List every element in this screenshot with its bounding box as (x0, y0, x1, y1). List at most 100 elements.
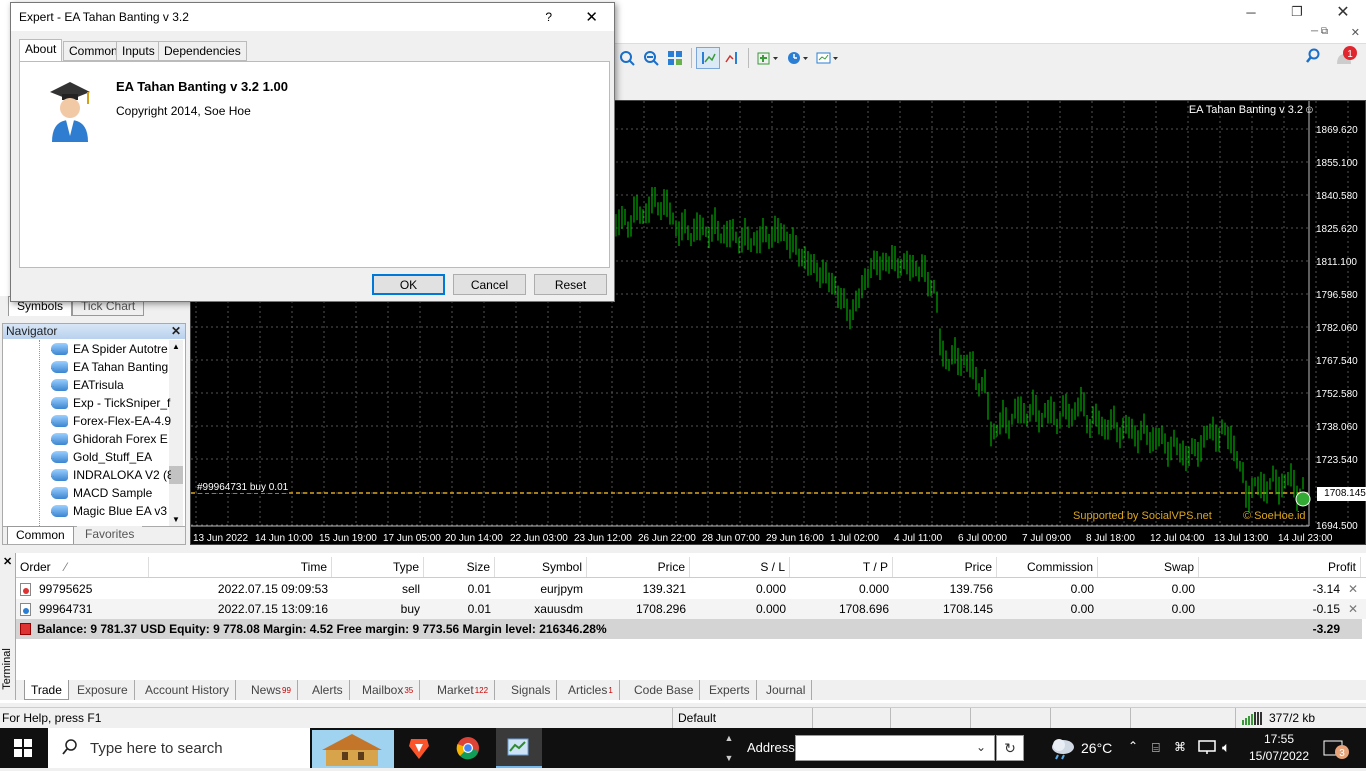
tab-inputs[interactable]: Inputs (116, 41, 161, 61)
tab-mailbox[interactable]: Mailbox 35 (356, 680, 421, 700)
tab-about[interactable]: About (19, 39, 63, 62)
column-header[interactable]: Order ⁄ (16, 557, 149, 577)
type-cell: sell (401, 582, 420, 596)
navigator-item[interactable]: Gold_Stuff_EA (51, 448, 171, 466)
zoom-out-icon[interactable] (639, 47, 663, 69)
column-header[interactable]: Price (587, 557, 690, 577)
tab-news[interactable]: News 99 (245, 680, 298, 700)
navigator-item[interactable]: MACD Sample (51, 484, 171, 502)
table-row[interactable]: 99795625 2022.07.15 09:09:53 sell 0.01 e… (16, 579, 1366, 599)
chevron-up-icon[interactable]: ⌃ (1128, 739, 1138, 753)
close-child-icon[interactable]: ✕ (1351, 26, 1360, 39)
zoom-in-icon[interactable] (615, 47, 639, 69)
dialog-close-button[interactable]: ✕ (585, 8, 598, 26)
navigator-item[interactable]: EA Tahan Banting (51, 358, 171, 376)
column-header[interactable]: Commission (997, 557, 1098, 577)
tab-dependencies[interactable]: Dependencies (158, 41, 247, 61)
tray-device-icon[interactable]: ⌸ (1152, 740, 1160, 756)
tab-common[interactable]: Common (63, 41, 124, 61)
help-button[interactable]: ? (545, 10, 552, 24)
table-row[interactable]: 99964731 2022.07.15 13:09:16 buy 0.01 xa… (16, 599, 1366, 619)
column-header[interactable]: Swap (1098, 557, 1199, 577)
windows-start-icon[interactable] (14, 739, 32, 760)
column-header[interactable]: Price (893, 557, 997, 577)
scroll-thumb[interactable] (169, 466, 183, 484)
network-icon[interactable] (1198, 739, 1216, 758)
navigator-scrollbar[interactable]: ▲ ▼ (169, 340, 183, 526)
tab-experts[interactable]: Experts (703, 680, 757, 700)
weather-cloud-icon[interactable] (1050, 736, 1076, 763)
navigator-title: Navigator (6, 324, 58, 338)
tab-signals[interactable]: Signals (505, 680, 558, 700)
address-input[interactable]: ⌄ (795, 735, 995, 761)
taskbar-scroll-arrows[interactable]: ▲ ▼ (722, 728, 736, 768)
restore-child-icon[interactable]: ─ ⧉ (1311, 26, 1328, 37)
navigator-item[interactable]: Forex-Flex-EA-4.9 (51, 412, 171, 430)
navigator-item[interactable]: Exp - TickSniper_f (51, 394, 171, 412)
column-header[interactable]: T / P (790, 557, 893, 577)
clock-time[interactable]: 17:55 (1250, 732, 1308, 746)
tab-articles[interactable]: Articles 1 (562, 680, 620, 700)
tab-common[interactable]: Common (7, 526, 74, 544)
column-header[interactable]: Type (332, 557, 424, 577)
chevron-up-icon[interactable]: ▲ (172, 342, 180, 351)
price-tick-label: 1796.580 (1316, 290, 1358, 301)
tab-trade[interactable]: Trade (24, 680, 69, 700)
tile-windows-icon[interactable] (663, 47, 687, 69)
temperature[interactable]: 26°C (1081, 740, 1112, 756)
notification-center-icon[interactable]: 3 (1322, 738, 1352, 763)
tab-alerts[interactable]: Alerts (306, 680, 350, 700)
taskbar-search[interactable]: Type here to search (48, 728, 310, 768)
search-highlight-icon[interactable] (312, 730, 394, 771)
navigator-item[interactable]: Magic Blue EA v3 (51, 502, 171, 520)
column-header[interactable]: Profit (1199, 557, 1361, 577)
close-order-icon[interactable]: ✕ (1344, 599, 1364, 619)
tab-exposure[interactable]: Exposure (71, 680, 135, 700)
price-cell: 139.321 (642, 582, 686, 596)
volume-icon[interactable]: 🔈︎ (1222, 739, 1230, 756)
price-tick-label: 1694.500 (1316, 521, 1358, 532)
periods-icon[interactable] (783, 47, 813, 69)
column-header[interactable]: Symbol (495, 557, 587, 577)
chrome-icon[interactable] (456, 736, 480, 763)
templates-icon[interactable] (813, 47, 843, 69)
tab-favorites[interactable]: Favorites (77, 526, 143, 544)
column-header[interactable]: S / L (690, 557, 790, 577)
brave-browser-icon[interactable] (408, 736, 430, 763)
auto-scroll-icon[interactable] (720, 47, 744, 69)
navigator-item[interactable]: INDRALOKA V2 (8 (51, 466, 171, 484)
tab-market[interactable]: Market 122 (431, 680, 496, 700)
refresh-icon[interactable]: ↻ (996, 735, 1024, 761)
price-tick-label: 1723.540 (1316, 455, 1358, 466)
close-icon[interactable]: ✕ (3, 555, 12, 568)
ok-button[interactable]: OK (372, 274, 445, 295)
metatrader-taskbar-button[interactable] (496, 728, 542, 768)
chevron-down-icon[interactable]: ⌄ (976, 740, 986, 754)
address-label: Address (747, 740, 795, 755)
column-header[interactable]: Size (424, 557, 495, 577)
navigator-item[interactable]: EA Spider Autotre (51, 340, 171, 358)
tab-code-base[interactable]: Code Base (628, 680, 701, 700)
tab-journal[interactable]: Journal (760, 680, 813, 700)
column-header[interactable]: Time (149, 557, 332, 577)
close-window-button[interactable]: ✕ (1320, 0, 1366, 24)
search-icon[interactable] (1305, 48, 1321, 67)
cancel-button[interactable]: Cancel (453, 274, 526, 295)
close-icon[interactable]: ✕ (171, 324, 181, 338)
graduate-icon (48, 78, 92, 147)
navigator-item[interactable]: EATrisula (51, 376, 171, 394)
reset-button[interactable]: Reset (534, 274, 607, 295)
ime-icon[interactable]: ⌘ (1174, 740, 1186, 754)
notifications-icon[interactable]: 1 (1333, 46, 1357, 71)
expert-icon (51, 361, 68, 373)
tab-account-history[interactable]: Account History (139, 680, 237, 700)
close-order-icon[interactable]: ✕ (1344, 579, 1364, 599)
minimize-button[interactable]: ─ (1228, 0, 1274, 24)
navigator-item[interactable]: Ghidorah Forex E (51, 430, 171, 448)
chevron-down-icon[interactable]: ▼ (172, 515, 180, 524)
clock-date[interactable]: 15/07/2022 (1248, 749, 1310, 763)
time-tick-label: 13 Jun 2022 (193, 533, 248, 544)
maximize-button[interactable]: ❐ (1274, 0, 1320, 24)
indicators-icon[interactable] (753, 47, 783, 69)
chart-shift-icon[interactable] (696, 47, 720, 69)
